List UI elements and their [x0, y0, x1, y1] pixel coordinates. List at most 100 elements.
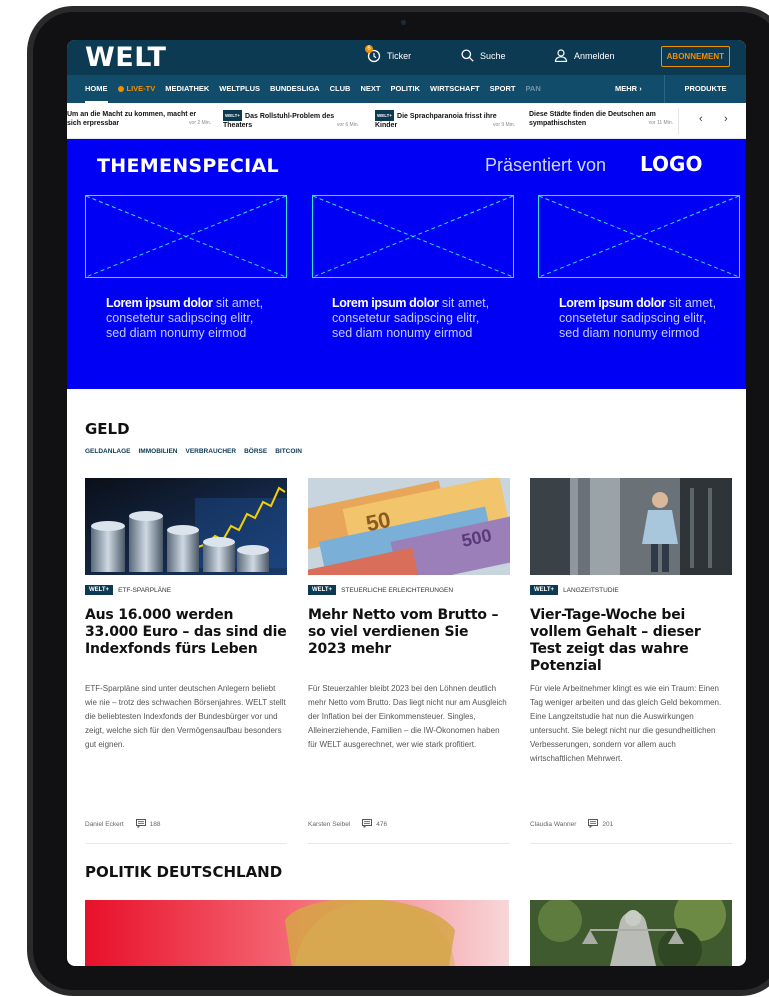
ticker-item[interactable]: WELT+ Die Sprachparanoia frisst ihre Kind…: [375, 110, 515, 130]
article-card[interactable]: 50 500 WELT+ STEUERLICHE ERLEICHTERUNGEN …: [308, 478, 510, 844]
nav-more-label: MEHR: [615, 84, 638, 93]
presented-by-label: Präsentiert von: [485, 155, 607, 175]
ticker-item[interactable]: WELT+ Das Rollstuhl-Problem des Theaters …: [223, 110, 359, 130]
main-nav: HOME LIVE-TV MEDIATHEK WELTPLUS BUNDESLI…: [67, 75, 746, 103]
ticker-next-button[interactable]: ›: [724, 113, 728, 125]
geld-subnav: GELDANLAGE IMMOBILIEN VERBRAUCHER BÖRSE …: [85, 448, 302, 455]
article-author[interactable]: Karsten Seibel: [308, 821, 350, 828]
special-teaser[interactable]: Lorem ipsum dolor sit amet, consetetur s…: [106, 296, 266, 341]
nav-item-mediathek[interactable]: MEDIATHEK: [165, 75, 209, 103]
nav-item-live-tv-label: LIVE-TV: [126, 84, 156, 93]
article-teaser: ETF-Sparpläne sind unter deutschen Anleg…: [85, 684, 286, 749]
login-button[interactable]: Anmelden: [554, 49, 615, 62]
chevron-right-icon: ›: [724, 113, 728, 125]
nav-more-button[interactable]: MEHR ›: [615, 75, 642, 103]
ticker-divider: [678, 108, 679, 134]
nav-item-sport[interactable]: SPORT: [490, 75, 516, 103]
nav-item-live-tv[interactable]: LIVE-TV: [117, 75, 156, 103]
front-camera: [401, 20, 406, 25]
login-label: Anmelden: [574, 50, 615, 61]
article-teaser: Für Steuerzahler bleibt 2023 bei den Löh…: [308, 684, 507, 749]
subnav-item[interactable]: BÖRSE: [244, 448, 267, 455]
search-button[interactable]: Suche: [461, 49, 506, 62]
chevron-left-icon: ‹: [699, 113, 703, 125]
welt-plus-badge: WELT+: [85, 585, 114, 595]
ticker-item-title: Diese Städte finden die Deutschen am sym…: [529, 111, 656, 127]
image-placeholder[interactable]: [538, 195, 740, 278]
article-author[interactable]: Daniel Eckert: [85, 821, 124, 828]
article-image-coins[interactable]: [85, 478, 287, 575]
abonnement-button[interactable]: ABONNEMENT: [660, 46, 730, 67]
welt-plus-badge: WELT+: [375, 110, 395, 121]
welt-plus-badge: WELT+: [223, 110, 243, 121]
nav-produkte-button[interactable]: PRODUKTE: [664, 75, 746, 103]
article-teaser: Für viele Arbeitnehmer klingt es wie ein…: [530, 684, 722, 763]
search-icon: [461, 49, 474, 62]
special-teaser-headline: Lorem ipsum dolor: [332, 296, 439, 310]
browser-screen: WELT 6 Ticker Suche Anmelden ABONNEMENT …: [67, 40, 746, 966]
ticker-button[interactable]: 6 Ticker: [365, 45, 412, 63]
welt-plus-badge: WELT+: [308, 585, 337, 595]
article-headline[interactable]: Mehr Netto vom Brutto – so viel verdiene…: [308, 607, 510, 658]
image-placeholder[interactable]: [85, 195, 287, 278]
themenspecial-title: THEMENSPECIAL: [97, 155, 279, 177]
article-image-banknotes[interactable]: 50 500: [308, 478, 510, 575]
subnav-item[interactable]: GELDANLAGE: [85, 448, 131, 455]
comment-icon: [588, 819, 599, 830]
ticker-item[interactable]: Diese Städte finden die Deutschen am sym…: [529, 110, 673, 128]
comment-count[interactable]: 201: [602, 821, 613, 828]
article-image-office-worker[interactable]: [530, 478, 732, 575]
welt-logo[interactable]: WELT: [85, 42, 166, 73]
special-teaser-headline: Lorem ipsum dolor: [559, 296, 666, 310]
ticker-item-time: vor 11 Min.: [648, 120, 673, 126]
svg-text:50: 50: [364, 507, 393, 537]
ticker-item[interactable]: Um an die Macht zu kommen, macht er sich…: [67, 110, 211, 128]
article-headline[interactable]: Aus 16.000 werden 33.000 Euro – das sind…: [85, 607, 287, 658]
article-meta: Karsten Seibel 476: [308, 819, 387, 830]
nav-item-weltplus[interactable]: WELTPLUS: [219, 75, 260, 103]
article-image-justitia[interactable]: [530, 900, 732, 966]
special-teaser[interactable]: Lorem ipsum dolor sit amet, consetetur s…: [559, 296, 719, 341]
nav-item-politik[interactable]: POLITIK: [390, 75, 420, 103]
live-dot-icon: [117, 86, 124, 92]
ticker-item-time: vor 9 Min.: [493, 122, 515, 128]
ticker-label: Ticker: [387, 51, 412, 61]
subnav-item[interactable]: VERBRAUCHER: [186, 448, 237, 455]
comment-icon: [362, 819, 373, 830]
top-bar: WELT 6 Ticker Suche Anmelden ABONNEMENT: [67, 40, 746, 75]
ticker-item-time: vor 2 Min.: [189, 120, 211, 126]
article-author[interactable]: Claudia Wanner: [530, 821, 576, 828]
ticker-count-badge: 6: [365, 45, 373, 53]
welt-plus-badge: WELT+: [530, 585, 559, 595]
article-headline[interactable]: Vier-Tage-Woche bei vollem Gehalt – dies…: [530, 607, 732, 675]
article-meta: Daniel Eckert 188: [85, 819, 161, 830]
nav-item-wirtschaft[interactable]: WIRTSCHAFT: [430, 75, 480, 103]
nav-item-bundesliga[interactable]: BUNDESLIGA: [270, 75, 320, 103]
ticker-item-time: vor 6 Min.: [337, 122, 359, 128]
article-card[interactable]: WELT+ LANGZEITSTUDIE Vier-Tage-Woche bei …: [530, 478, 732, 844]
comment-icon: [135, 819, 146, 830]
sponsor-logo: LOGO: [640, 152, 703, 176]
subnav-item[interactable]: IMMOBILIEN: [139, 448, 178, 455]
themenspecial-banner: THEMENSPECIAL Präsentiert von LOGO Lorem…: [67, 139, 746, 389]
subnav-item[interactable]: BITCOIN: [275, 448, 302, 455]
special-teaser[interactable]: Lorem ipsum dolor sit amet, consetetur s…: [332, 296, 492, 341]
article-kicker: STEUERLICHE ERLEICHTERUNGEN: [341, 586, 454, 594]
nav-item-panorama[interactable]: PAN: [525, 75, 540, 103]
comment-count[interactable]: 476: [376, 821, 387, 828]
news-ticker: Um an die Macht zu kommen, macht er sich…: [67, 103, 746, 139]
ticker-prev-button[interactable]: ‹: [699, 113, 703, 125]
user-icon: [554, 49, 568, 62]
card-divider: [85, 843, 287, 844]
section-title-geld[interactable]: GELD: [85, 420, 130, 438]
chevron-right-icon: ›: [639, 84, 642, 93]
nav-item-home[interactable]: HOME: [85, 75, 108, 103]
image-placeholder[interactable]: [312, 195, 514, 278]
article-image-politician[interactable]: [85, 900, 509, 966]
ticker-icon: 6: [365, 45, 381, 63]
section-title-politik-deutschland[interactable]: POLITIK DEUTSCHLAND: [85, 863, 282, 881]
nav-item-club[interactable]: CLUB: [330, 75, 351, 103]
nav-item-next[interactable]: NEXT: [360, 75, 380, 103]
comment-count[interactable]: 188: [150, 821, 161, 828]
article-card[interactable]: WELT+ ETF-SPARPLÄNE Aus 16.000 werden 33.…: [85, 478, 287, 844]
